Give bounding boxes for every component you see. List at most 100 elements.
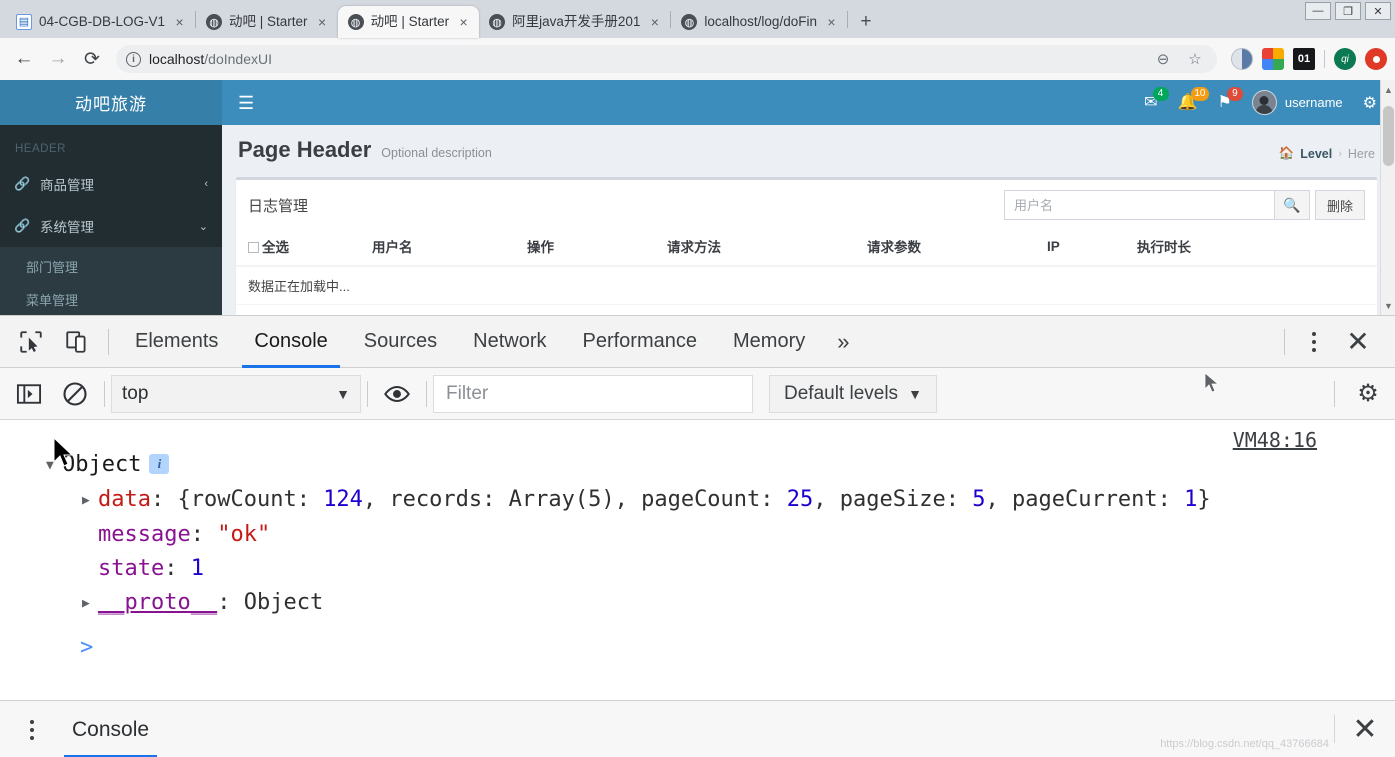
console-log-entry: ▼ Object i ▶ data: {rowCount: 124, records:… xyxy=(0,420,1395,665)
qi-icon[interactable]: qi xyxy=(1334,48,1356,70)
app-brand[interactable]: 动吧旅游 xyxy=(0,80,222,125)
forward-icon[interactable]: → xyxy=(42,43,74,75)
log-management-box: 日志管理 🔍 删除 全选 用户名 操作 请求方法 请求 xyxy=(236,177,1377,315)
expander-triangle-icon[interactable]: ▶ xyxy=(82,587,98,621)
site-info-icon[interactable]: i xyxy=(126,51,141,67)
devtools-menu-icon[interactable] xyxy=(1293,319,1335,365)
more-tabs-icon[interactable]: » xyxy=(823,316,863,368)
navbar-right-region: ☰ ✉ 4 🔔 10 ⚑ 9 username ⚙ xyxy=(222,80,1395,125)
inspect-element-icon[interactable] xyxy=(8,319,54,365)
property-value: {rowCount: 124, records: Array(5), pageC… xyxy=(177,487,1211,512)
minimize-button[interactable]: — xyxy=(1305,2,1331,20)
close-drawer-icon[interactable]: ✕ xyxy=(1335,702,1395,757)
drawer-menu-icon[interactable] xyxy=(10,707,54,753)
reload-icon[interactable]: ⟳ xyxy=(76,43,108,75)
browser-tab-4[interactable]: ◍ 阿里java开发手册201 × xyxy=(479,6,670,38)
execution-context-value: top xyxy=(122,382,149,404)
browser-tab-2[interactable]: ◍ 动吧 | Starter × xyxy=(196,6,338,38)
sidebar-toggle-icon[interactable]: ☰ xyxy=(222,94,270,112)
tasks-icon[interactable]: ⚑ 9 xyxy=(1218,86,1243,111)
sidebar-item-department-management[interactable]: 部门管理 xyxy=(0,250,222,283)
tab-network[interactable]: Network xyxy=(455,316,564,368)
close-window-button[interactable]: ✕ xyxy=(1365,2,1391,20)
zoom-out-icon[interactable]: ⊖ xyxy=(1153,49,1173,69)
extension-separator xyxy=(1324,50,1325,68)
tab-close-icon[interactable]: × xyxy=(456,14,471,30)
red-dot-icon[interactable] xyxy=(1365,48,1387,70)
expander-triangle-icon[interactable]: ▶ xyxy=(82,484,98,518)
browser-tab-3-active[interactable]: ◍ 动吧 | Starter × xyxy=(337,6,480,38)
browser-tab-1[interactable]: ▤ 04-CGB-DB-LOG-V1 × xyxy=(6,6,195,38)
log-levels-select[interactable]: Default levels ▼ xyxy=(769,374,937,413)
search-input[interactable] xyxy=(1003,190,1274,220)
toolbar-separator xyxy=(104,380,105,407)
breadcrumb-level[interactable]: Level xyxy=(1300,147,1332,161)
console-prompt[interactable]: > xyxy=(46,621,1395,665)
column-request-method: 请求方法 xyxy=(661,228,861,267)
tab-title: 04-CGB-DB-LOG-V1 xyxy=(39,14,166,29)
user-menu[interactable]: username xyxy=(1251,90,1343,115)
page-vertical-scrollbar[interactable]: ▲ ▼ xyxy=(1380,80,1395,315)
scroll-up-icon[interactable]: ▲ xyxy=(1381,82,1395,97)
scrollbar-thumb[interactable] xyxy=(1383,106,1394,166)
devtools-drawer: Console ✕ https://blog.csdn.net/qq_43766… xyxy=(0,700,1395,757)
search-icon[interactable]: 🔍 xyxy=(1273,190,1310,220)
notifications-icon[interactable]: 🔔 10 xyxy=(1178,86,1209,111)
tab-memory[interactable]: Memory xyxy=(715,316,823,368)
column-select-all[interactable]: 全选 xyxy=(236,228,366,267)
tab-sources[interactable]: Sources xyxy=(346,316,455,368)
expander-triangle-icon[interactable]: ▼ xyxy=(46,449,62,483)
counter-01-icon[interactable]: 01 xyxy=(1293,48,1315,70)
tab-close-icon[interactable]: × xyxy=(315,14,330,30)
sidebar-item-menu-management[interactable]: 菜单管理 xyxy=(0,283,222,315)
clear-console-icon[interactable] xyxy=(52,372,98,416)
sidebar-item-label: 系统管理 xyxy=(40,220,94,235)
new-tab-button[interactable]: + xyxy=(852,8,880,36)
select-all-checkbox[interactable] xyxy=(248,242,259,253)
tab-close-icon[interactable]: × xyxy=(172,14,187,30)
back-icon[interactable]: ← xyxy=(8,43,40,75)
maximize-button[interactable]: ❐ xyxy=(1335,2,1361,20)
tab-close-icon[interactable]: × xyxy=(647,14,662,30)
drawer-tab-console[interactable]: Console xyxy=(54,702,167,757)
console-property-proto[interactable]: ▶ __proto__: Object xyxy=(46,586,1395,621)
page-description: Optional description xyxy=(381,146,492,160)
execution-context-select[interactable]: top ▼ xyxy=(111,374,361,413)
console-output: VM48:16 ▼ Object i ▶ data: {rowCount: 124, … xyxy=(0,420,1395,700)
bookmark-star-icon[interactable]: ☆ xyxy=(1185,49,1205,69)
moon-reader-icon[interactable] xyxy=(1231,48,1253,70)
gear-icon[interactable]: ⚙ xyxy=(1363,93,1377,113)
notifications-badge: 10 xyxy=(1191,86,1209,101)
close-devtools-icon[interactable]: ✕ xyxy=(1335,319,1381,365)
delete-button[interactable]: 删除 xyxy=(1314,190,1365,220)
browser-tab-5[interactable]: ◍ localhost/log/doFin × xyxy=(671,6,847,38)
console-sidebar-icon[interactable] xyxy=(6,372,52,416)
device-toolbar-icon[interactable] xyxy=(54,319,100,365)
scroll-down-icon[interactable]: ▼ xyxy=(1381,298,1395,313)
sidebar-item-system-management[interactable]: 🔗 系统管理 ⌄ xyxy=(0,205,222,247)
app-navbar: 动吧旅游 ☰ ✉ 4 🔔 10 ⚑ 9 username ⚙ xyxy=(0,80,1395,125)
devtools-panel: Elements Console Sources Network Perform… xyxy=(0,315,1395,757)
console-source-link[interactable]: VM48:16 xyxy=(1233,428,1317,452)
page-title: Page Header xyxy=(238,137,372,162)
table-head: 全选 用户名 操作 请求方法 请求参数 IP 执行时长 xyxy=(236,228,1377,267)
console-property-data[interactable]: ▶ data: {rowCount: 124, records: Array(5)… xyxy=(46,483,1395,518)
console-object-root[interactable]: ▼ Object i xyxy=(46,448,1395,483)
address-bar[interactable]: i localhost/doIndexUI ⊖ ☆ xyxy=(116,45,1217,73)
gear-icon[interactable]: ⚙ xyxy=(1341,372,1395,416)
tab-console[interactable]: Console xyxy=(236,316,345,368)
sidebar-item-product-management[interactable]: 🔗 商品管理 ‹ xyxy=(0,163,222,205)
info-badge-icon[interactable]: i xyxy=(149,454,170,474)
tab-performance[interactable]: Performance xyxy=(565,316,716,368)
column-label: 全选 xyxy=(262,240,289,255)
property-colon: : xyxy=(150,487,165,512)
box-title: 日志管理 xyxy=(248,197,309,215)
tab-close-icon[interactable]: × xyxy=(824,14,839,30)
tab-elements[interactable]: Elements xyxy=(117,316,236,368)
console-filter-input[interactable] xyxy=(433,374,753,413)
messages-icon[interactable]: ✉ 4 xyxy=(1144,86,1169,111)
live-expression-eye-icon[interactable] xyxy=(374,372,420,416)
navbar-actions: ✉ 4 🔔 10 ⚑ 9 username ⚙ xyxy=(1144,86,1387,115)
content-area: Page Header Optional description 🏠 Level… xyxy=(222,125,1395,315)
google-photos-icon[interactable] xyxy=(1262,48,1284,70)
